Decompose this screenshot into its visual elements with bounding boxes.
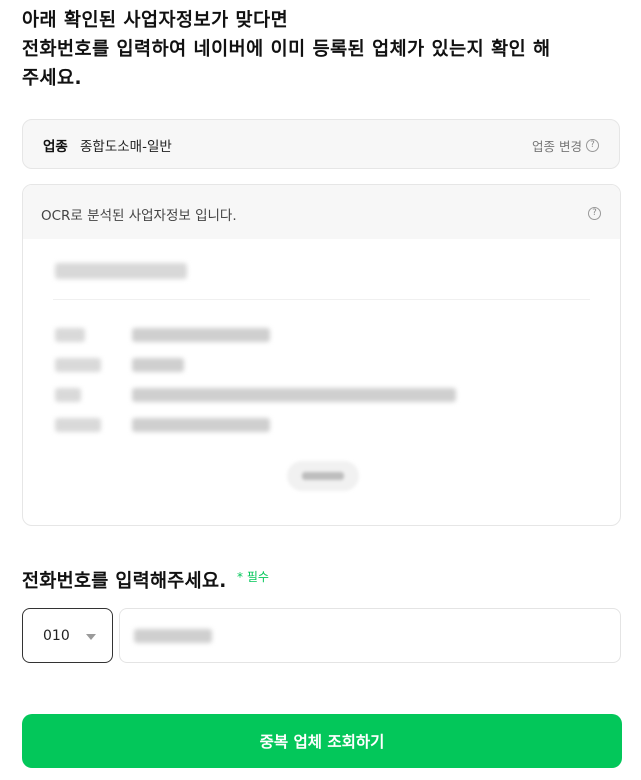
phone-section-title: 전화번호를 입력해주세요. xyxy=(22,571,227,592)
change-industry-label: 업종 변경 xyxy=(532,139,582,154)
phone-number-input[interactable] xyxy=(119,608,621,663)
divider xyxy=(53,299,590,300)
redacted-label xyxy=(55,328,85,342)
industry-box: 업종 종합도소매-일반 업종 변경 ? xyxy=(22,119,620,169)
redacted-button-label xyxy=(302,472,344,480)
ocr-header: OCR로 분석된 사업자정보 입니다. ? xyxy=(23,185,620,239)
required-asterisk: * xyxy=(237,570,243,584)
required-indicator: * 필수 xyxy=(237,568,269,585)
question-circle-icon[interactable]: ? xyxy=(586,139,599,152)
heading-line-1: 아래 확인된 사업자정보가 맞다면 xyxy=(22,10,289,31)
redacted-label xyxy=(55,418,101,432)
redacted-more-button[interactable] xyxy=(287,461,359,491)
redacted-value xyxy=(132,358,184,372)
industry-label: 업종 xyxy=(43,139,68,155)
industry-value: 종합도소매-일반 xyxy=(80,139,172,155)
heading-line-3: 주세요. xyxy=(22,68,83,89)
phone-prefix-select[interactable]: 010 xyxy=(22,608,113,663)
redacted-value xyxy=(132,328,270,342)
page-heading: 아래 확인된 사업자정보가 맞다면 전화번호를 입력하여 네이버에 이미 등록된… xyxy=(22,6,632,93)
redacted-phone-value xyxy=(134,629,212,643)
caret-down-icon xyxy=(86,634,96,640)
ocr-title: OCR로 분석된 사업자정보 입니다. xyxy=(41,208,237,224)
change-industry-link[interactable]: 업종 변경 ? xyxy=(532,136,599,155)
redacted-label xyxy=(55,358,101,372)
phone-prefix-value: 010 xyxy=(43,628,70,644)
redacted-value xyxy=(132,388,456,402)
heading-line-2: 전화번호를 입력하여 네이버에 이미 등록된 업체가 있는지 확인 해 xyxy=(22,39,551,60)
ocr-business-info-box: OCR로 분석된 사업자정보 입니다. ? xyxy=(22,184,621,526)
check-duplicate-business-button[interactable]: 중복 업체 조회하기 xyxy=(22,714,622,768)
required-label: 필수 xyxy=(246,570,269,584)
redacted-business-name xyxy=(55,263,187,279)
redacted-label xyxy=(55,388,81,402)
redacted-value xyxy=(132,418,270,432)
question-circle-icon[interactable]: ? xyxy=(588,207,601,220)
